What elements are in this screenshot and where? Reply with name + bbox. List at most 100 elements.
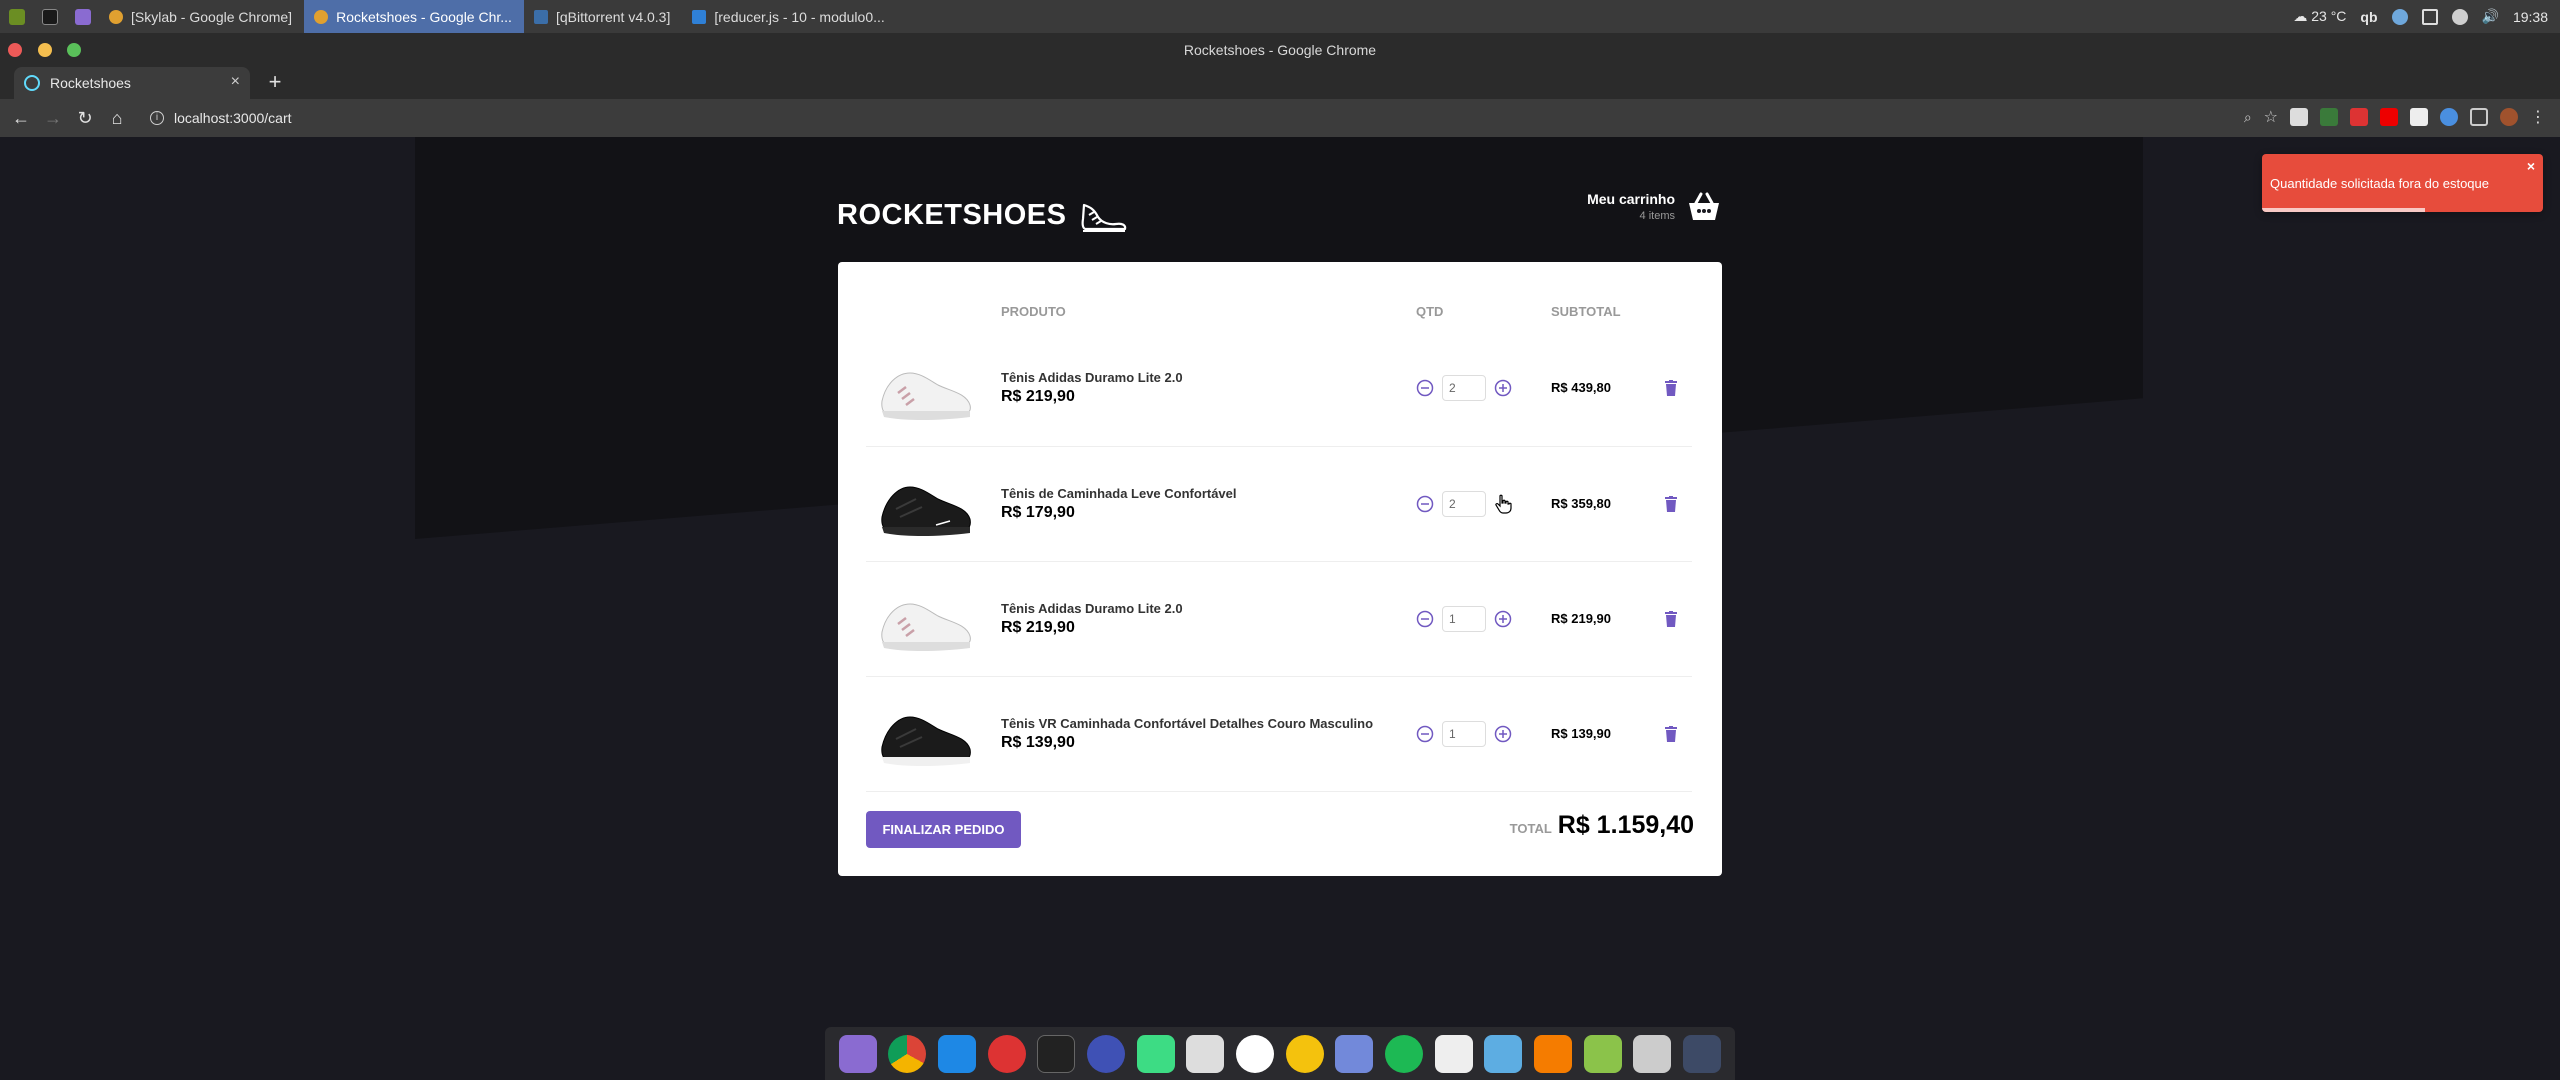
extension-icon[interactable] xyxy=(2350,108,2368,126)
home-button[interactable]: ⌂ xyxy=(104,105,130,131)
close-icon[interactable]: × xyxy=(231,73,240,91)
redis-app-icon[interactable] xyxy=(987,1034,1026,1073)
item-subtotal: R$ 439,80 xyxy=(1551,380,1611,396)
vlc-app-icon[interactable] xyxy=(1534,1034,1573,1073)
address-bar[interactable]: i localhost:3000/cart xyxy=(140,103,2230,133)
browser-toolbar: ← → ↻ ⌂ i localhost:3000/cart ⌕ ☆ ⋮ xyxy=(0,99,2560,137)
window-icon[interactable] xyxy=(2421,8,2438,25)
product-name: Tênis Adidas Duramo Lite 2.0 xyxy=(1001,370,1183,386)
decrement-button[interactable] xyxy=(1416,725,1434,743)
workspace-app-icon[interactable] xyxy=(1682,1034,1721,1073)
taskbar-item-rocketshoes[interactable]: Rocketshoes - Google Chr... xyxy=(304,0,524,33)
vscode-app-icon[interactable] xyxy=(938,1034,977,1073)
quantity-input[interactable] xyxy=(1442,375,1486,402)
remove-item-button[interactable] xyxy=(1661,378,1681,398)
volume-icon[interactable]: 🔊 xyxy=(2482,8,2499,25)
avatar[interactable] xyxy=(2500,108,2518,126)
window-app-icon[interactable] xyxy=(1186,1034,1225,1073)
files-launcher-icon[interactable] xyxy=(66,0,99,33)
hand-pointer-cursor-icon xyxy=(1495,494,1512,514)
more-menu-icon[interactable]: ⋮ xyxy=(2530,107,2546,127)
plus-circle-icon xyxy=(1494,610,1512,627)
plus-circle-icon xyxy=(1494,380,1512,397)
eclipse-app-icon[interactable] xyxy=(1087,1034,1126,1073)
table-row: Tênis VR Caminhada Confortável Detalhes … xyxy=(866,676,1692,792)
decrement-button[interactable] xyxy=(1416,379,1434,397)
bookmark-star-icon[interactable]: ☆ xyxy=(2264,107,2278,127)
window-title: Rocketshoes - Google Chrome xyxy=(1183,42,1377,58)
qbittorrent-tray-label[interactable]: qb xyxy=(2360,9,2377,25)
chrome-app-icon[interactable] xyxy=(888,1034,927,1073)
toolbar-extensions: ⌕ ☆ ⋮ xyxy=(2244,107,2546,127)
shield-icon[interactable] xyxy=(2391,8,2408,25)
cart-footer: Finalizar pedido TOTAL R$ 1.159,40 xyxy=(866,811,1694,849)
terminal-launcher-icon[interactable] xyxy=(33,0,66,33)
camera-app-icon[interactable] xyxy=(1434,1034,1473,1073)
tab-rocketshoes[interactable]: Rocketshoes × xyxy=(14,67,250,99)
product-price: R$ 219,90 xyxy=(1001,388,1075,406)
trash-app-icon[interactable] xyxy=(1633,1034,1672,1073)
os-top-panel: [Skylab - Google Chrome] Rocketshoes - G… xyxy=(0,0,2560,33)
reading-list-icon[interactable] xyxy=(2470,108,2488,126)
taskbar-item-label: Rocketshoes - Google Chr... xyxy=(336,8,512,25)
files-app-icon[interactable] xyxy=(838,1034,877,1073)
table-header-product: PRODUTO xyxy=(1001,304,1066,319)
android-studio-app-icon[interactable] xyxy=(1136,1034,1175,1073)
product-name: Tênis de Caminhada Leve Confortável xyxy=(1001,485,1237,501)
youtube-extension-icon[interactable] xyxy=(2380,108,2398,126)
minus-circle-icon xyxy=(1416,610,1434,627)
discord-app-icon[interactable] xyxy=(1335,1034,1374,1073)
product-image xyxy=(881,715,971,766)
terminal-app-icon[interactable] xyxy=(1037,1034,1076,1073)
increment-button[interactable] xyxy=(1494,610,1512,628)
product-name: Tênis Adidas Duramo Lite 2.0 xyxy=(1001,600,1183,616)
browser-app-icon[interactable] xyxy=(1484,1034,1523,1073)
quantity-input[interactable] xyxy=(1442,720,1486,747)
calculator-app-icon[interactable] xyxy=(1583,1034,1622,1073)
decrement-button[interactable] xyxy=(1416,610,1434,628)
increment-button[interactable] xyxy=(1494,725,1512,743)
pokeball-app-icon[interactable] xyxy=(1285,1034,1324,1073)
extension-icon[interactable] xyxy=(2290,108,2308,126)
spotify-app-icon[interactable] xyxy=(1385,1034,1424,1073)
toast-close-button[interactable]: × xyxy=(2527,158,2535,174)
toast-message: Quantidade solicitada fora do estoque xyxy=(2270,176,2489,191)
notion-extension-icon[interactable] xyxy=(2410,108,2428,126)
clock[interactable]: 19:38 xyxy=(2513,9,2548,25)
menu-icon[interactable] xyxy=(0,0,33,33)
forward-button[interactable]: → xyxy=(40,105,66,131)
window-titlebar: Rocketshoes - Google Chrome xyxy=(0,33,2560,67)
network-icon[interactable] xyxy=(2451,8,2468,25)
sneaker-logo-icon xyxy=(1082,203,1127,232)
zoom-icon[interactable]: ⌕ xyxy=(2244,109,2252,126)
cart-link[interactable]: Meu carrinho 4 items xyxy=(1587,191,1721,222)
decrement-button[interactable] xyxy=(1416,495,1434,513)
taskbar-item-skylab[interactable]: [Skylab - Google Chrome] xyxy=(99,0,304,33)
logo-link[interactable]: ROCKETSHOES xyxy=(837,197,1128,233)
weather-indicator[interactable]: ☁ 23 °C xyxy=(2293,8,2346,25)
extension-icon[interactable] xyxy=(2320,108,2338,126)
checkout-button[interactable]: Finalizar pedido xyxy=(866,811,1021,848)
mongodb-app-icon[interactable] xyxy=(1236,1034,1275,1073)
taskbar-item-label: [Skylab - Google Chrome] xyxy=(131,8,293,25)
increment-button[interactable] xyxy=(1494,379,1512,397)
table-row: Tênis de Caminhada Leve Confortável R$ 1… xyxy=(866,446,1692,562)
taskbar-item-qbittorrent[interactable]: [qBittorrent v4.0.3] xyxy=(524,0,682,33)
new-tab-button[interactable]: + xyxy=(262,69,288,95)
quantity-stepper xyxy=(1416,605,1531,632)
taskbar-item-vscode[interactable]: [reducer.js - 10 - modulo0... xyxy=(682,0,896,33)
remove-item-button[interactable] xyxy=(1661,609,1681,629)
toast-progress-bar xyxy=(2262,208,2425,212)
quantity-input[interactable] xyxy=(1442,490,1486,517)
table-header-actions xyxy=(1651,292,1692,331)
quantity-input[interactable] xyxy=(1442,605,1486,632)
remove-item-button[interactable] xyxy=(1661,494,1681,514)
back-button[interactable]: ← xyxy=(8,105,34,131)
reload-button[interactable]: ↻ xyxy=(72,105,98,131)
remove-item-button[interactable] xyxy=(1661,724,1681,744)
extension-icon[interactable] xyxy=(2440,108,2458,126)
minus-circle-icon xyxy=(1416,380,1434,397)
logo-text: ROCKETSHOES xyxy=(837,198,1067,231)
site-info-icon[interactable]: i xyxy=(150,111,164,125)
increment-button[interactable] xyxy=(1494,494,1512,514)
